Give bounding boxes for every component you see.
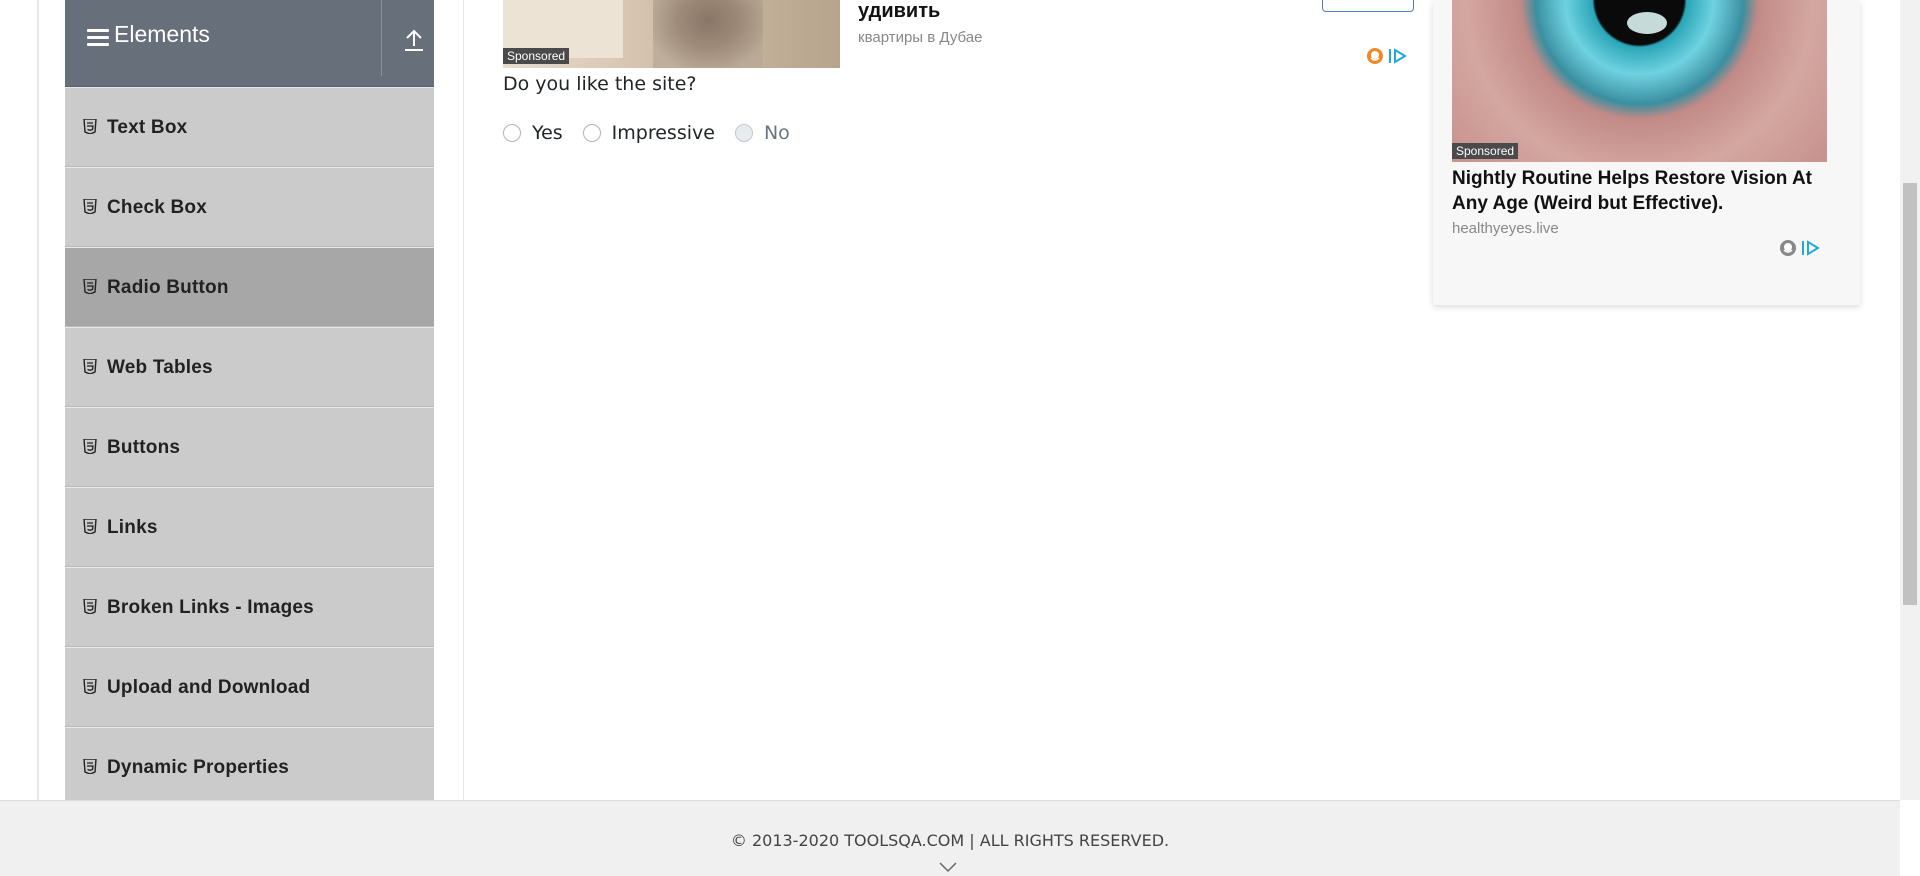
right-ad[interactable]: Sponsored Nightly Routine Helps Restore … xyxy=(1433,0,1860,305)
left-rail-divider xyxy=(37,0,39,800)
html5-icon xyxy=(83,199,97,214)
chevron-down-icon[interactable] xyxy=(938,861,958,873)
adchoices-icon[interactable] xyxy=(1801,239,1821,257)
radio-no-label: No xyxy=(763,122,790,144)
ad-title[interactable]: удивить xyxy=(858,0,940,23)
sidebar-item-label: Radio Button xyxy=(107,277,229,298)
sidebar-item-label: Buttons xyxy=(107,437,181,458)
ad-smile-icon[interactable] xyxy=(1366,47,1384,65)
sidebar-item-broken-links-images[interactable]: Broken Links - Images xyxy=(65,567,434,647)
header-divider xyxy=(381,0,382,76)
sponsored-tag: Sponsored xyxy=(503,48,570,64)
content-rail-divider xyxy=(463,0,464,800)
sidebar-item-radio-button[interactable]: Radio Button xyxy=(65,247,434,327)
right-ad-icons xyxy=(1779,239,1821,257)
html5-icon xyxy=(83,119,97,134)
sidebar-item-label: Text Box xyxy=(107,117,188,138)
sidebar-item-buttons[interactable]: Buttons xyxy=(65,407,434,487)
sidebar-item-check-box[interactable]: Check Box xyxy=(65,167,434,247)
ad-icons xyxy=(1366,47,1408,65)
upload-icon[interactable] xyxy=(402,26,426,54)
sidebar-item-links[interactable]: Links xyxy=(65,487,434,567)
sponsored-tag-right: Sponsored xyxy=(1452,143,1519,159)
eye-glint xyxy=(1627,12,1667,34)
sidebar-item-dynamic-properties[interactable]: Dynamic Properties xyxy=(65,727,434,807)
sidebar-item-label: Links xyxy=(107,517,158,538)
footer: © 2013-2020 TOOLSQA.COM | ALL RIGHTS RES… xyxy=(0,800,1900,876)
group-header-elements[interactable]: Elements xyxy=(65,0,434,87)
ad-domain[interactable]: healthyeyes.live xyxy=(1452,220,1559,237)
radio-yes-input[interactable] xyxy=(503,124,521,142)
hamburger-icon xyxy=(87,29,109,47)
html5-icon xyxy=(83,439,97,454)
radio-group: Yes Impressive No xyxy=(503,122,810,144)
radio-option-impressive[interactable]: Impressive xyxy=(582,122,715,144)
radio-yes-label[interactable]: Yes xyxy=(532,122,563,144)
radio-option-no: No xyxy=(734,122,790,144)
group-title: Elements xyxy=(114,21,210,47)
radio-no-input xyxy=(734,124,753,142)
sidebar-item-label: Web Tables xyxy=(107,357,213,378)
html5-icon xyxy=(83,679,97,694)
radio-impressive-input[interactable] xyxy=(582,124,601,142)
radio-impressive-label[interactable]: Impressive xyxy=(612,122,715,144)
html5-icon xyxy=(83,599,97,614)
radio-option-yes[interactable]: Yes xyxy=(503,122,563,144)
sidebar-item-label: Broken Links - Images xyxy=(107,597,314,618)
ad-smile-icon[interactable] xyxy=(1779,239,1797,257)
html5-icon xyxy=(83,519,97,534)
html5-icon xyxy=(83,279,97,294)
sidebar-item-label: Check Box xyxy=(107,197,208,218)
html5-icon xyxy=(83,359,97,374)
html5-icon xyxy=(83,759,97,774)
adchoices-icon[interactable] xyxy=(1388,47,1408,65)
ad-eye-image[interactable]: Sponsored xyxy=(1452,0,1827,162)
ad-button[interactable] xyxy=(1322,0,1414,12)
page-scrollbar[interactable] xyxy=(1900,0,1920,800)
sidebar-item-web-tables[interactable]: Web Tables xyxy=(65,327,434,407)
ad-source[interactable]: квартиры в Дубае xyxy=(858,29,982,46)
sidebar-item-text-box[interactable]: Text Box xyxy=(65,87,434,167)
sidebar-item-label: Upload and Download xyxy=(107,677,311,698)
sidebar-item-upload-and-download[interactable]: Upload and Download xyxy=(65,647,434,727)
scrollbar-thumb[interactable] xyxy=(1903,183,1917,605)
radio-question: Do you like the site? xyxy=(503,73,697,95)
footer-copyright: © 2013-2020 TOOLSQA.COM | ALL RIGHTS RES… xyxy=(730,831,1170,850)
sidebar: Elements Text Box Check Box Radio Button We… xyxy=(65,0,434,807)
sidebar-item-label: Dynamic Properties xyxy=(107,757,290,778)
ad-image[interactable]: Sponsored xyxy=(503,0,840,68)
ad-image-person xyxy=(653,0,763,68)
ad-headline[interactable]: Nightly Routine Helps Restore Vision At … xyxy=(1452,166,1842,216)
